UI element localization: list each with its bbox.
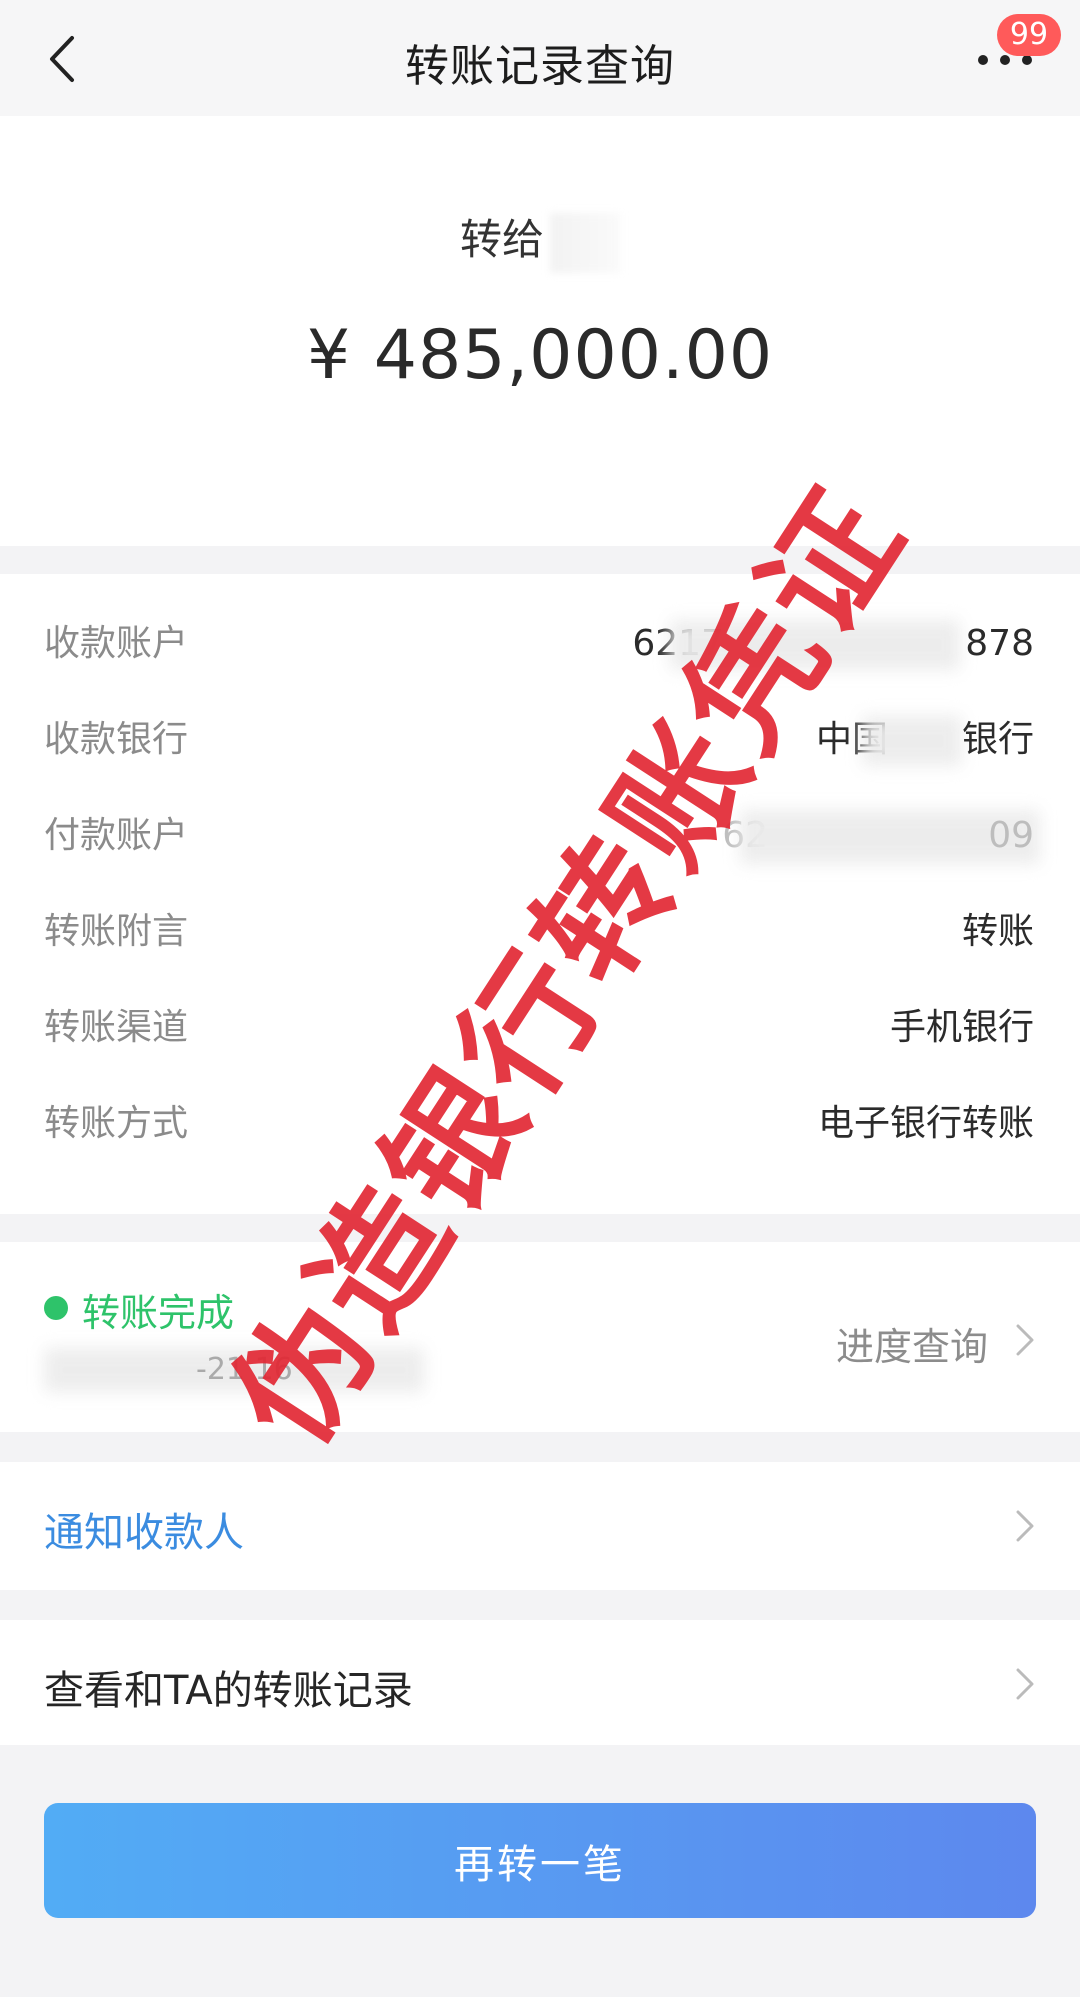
progress-query-link[interactable]: 进度查询	[836, 1316, 988, 1371]
transfer-record-page: 转账记录查询 99 转给 ¥ 485,000.00 收款账户 6217 878 …	[0, 0, 1080, 1997]
detail-row-channel: 转账渠道 手机银行	[0, 998, 1080, 1058]
redacted-block	[670, 620, 960, 670]
status-text: 转账完成	[82, 1291, 235, 1335]
detail-label: 收款银行	[44, 719, 189, 760]
transfer-to-line: 转给	[0, 206, 1080, 273]
detail-row-payer-account: 付款账户 62 09	[0, 806, 1080, 866]
view-history-label: 查看和TA的转账记录	[44, 1668, 413, 1714]
detail-row-payee-account: 收款账户 6217 878	[0, 614, 1080, 674]
detail-label: 转账附言	[44, 911, 189, 952]
detail-row-method: 转账方式 电子银行转账	[0, 1094, 1080, 1154]
notify-payee-label: 通知收款人	[44, 1510, 244, 1556]
page-title: 转账记录查询	[405, 41, 675, 92]
status-time: -21 16	[196, 1352, 293, 1387]
view-history-row[interactable]: 查看和TA的转账记录	[0, 1620, 1080, 1745]
detail-value-suffix: 878	[965, 623, 1034, 664]
detail-label: 转账渠道	[44, 1007, 189, 1048]
detail-row-memo: 转账附言 转账	[0, 902, 1080, 962]
detail-label: 付款账户	[44, 815, 189, 856]
detail-value: 手机银行	[889, 1007, 1034, 1048]
amount-card: 转给 ¥ 485,000.00	[0, 116, 1080, 546]
notification-badge: 99	[997, 14, 1061, 56]
detail-label: 转账方式	[44, 1103, 189, 1144]
status-card: 转账完成 -21 16 进度查询	[0, 1242, 1080, 1432]
detail-label: 收款账户	[44, 623, 189, 664]
detail-value-suffix: 09	[988, 815, 1034, 856]
transfer-details: 收款账户 6217 878 收款银行 中国 银行 付款账户 62 09 转账附言…	[0, 574, 1080, 1214]
detail-value-suffix: 银行	[961, 719, 1034, 760]
chevron-right-icon	[1016, 1668, 1034, 1700]
redacted-block	[862, 716, 962, 766]
transfer-amount: ¥ 485,000.00	[306, 316, 774, 395]
transfer-to-label: 转给	[459, 215, 544, 264]
navigation-bar: 转账记录查询 99	[0, 0, 1080, 116]
chevron-right-icon[interactable]	[1014, 1322, 1036, 1358]
detail-value: 转账	[961, 911, 1034, 952]
transfer-again-button[interactable]: 再转一笔	[44, 1803, 1036, 1918]
status-success-icon	[44, 1296, 68, 1320]
chevron-right-icon	[1016, 1510, 1034, 1542]
detail-row-payee-bank: 收款银行 中国 银行	[0, 710, 1080, 770]
payee-name-redacted	[550, 212, 620, 273]
notify-payee-row[interactable]: 通知收款人	[0, 1462, 1080, 1590]
detail-value: 电子银行转账	[817, 1103, 1034, 1144]
